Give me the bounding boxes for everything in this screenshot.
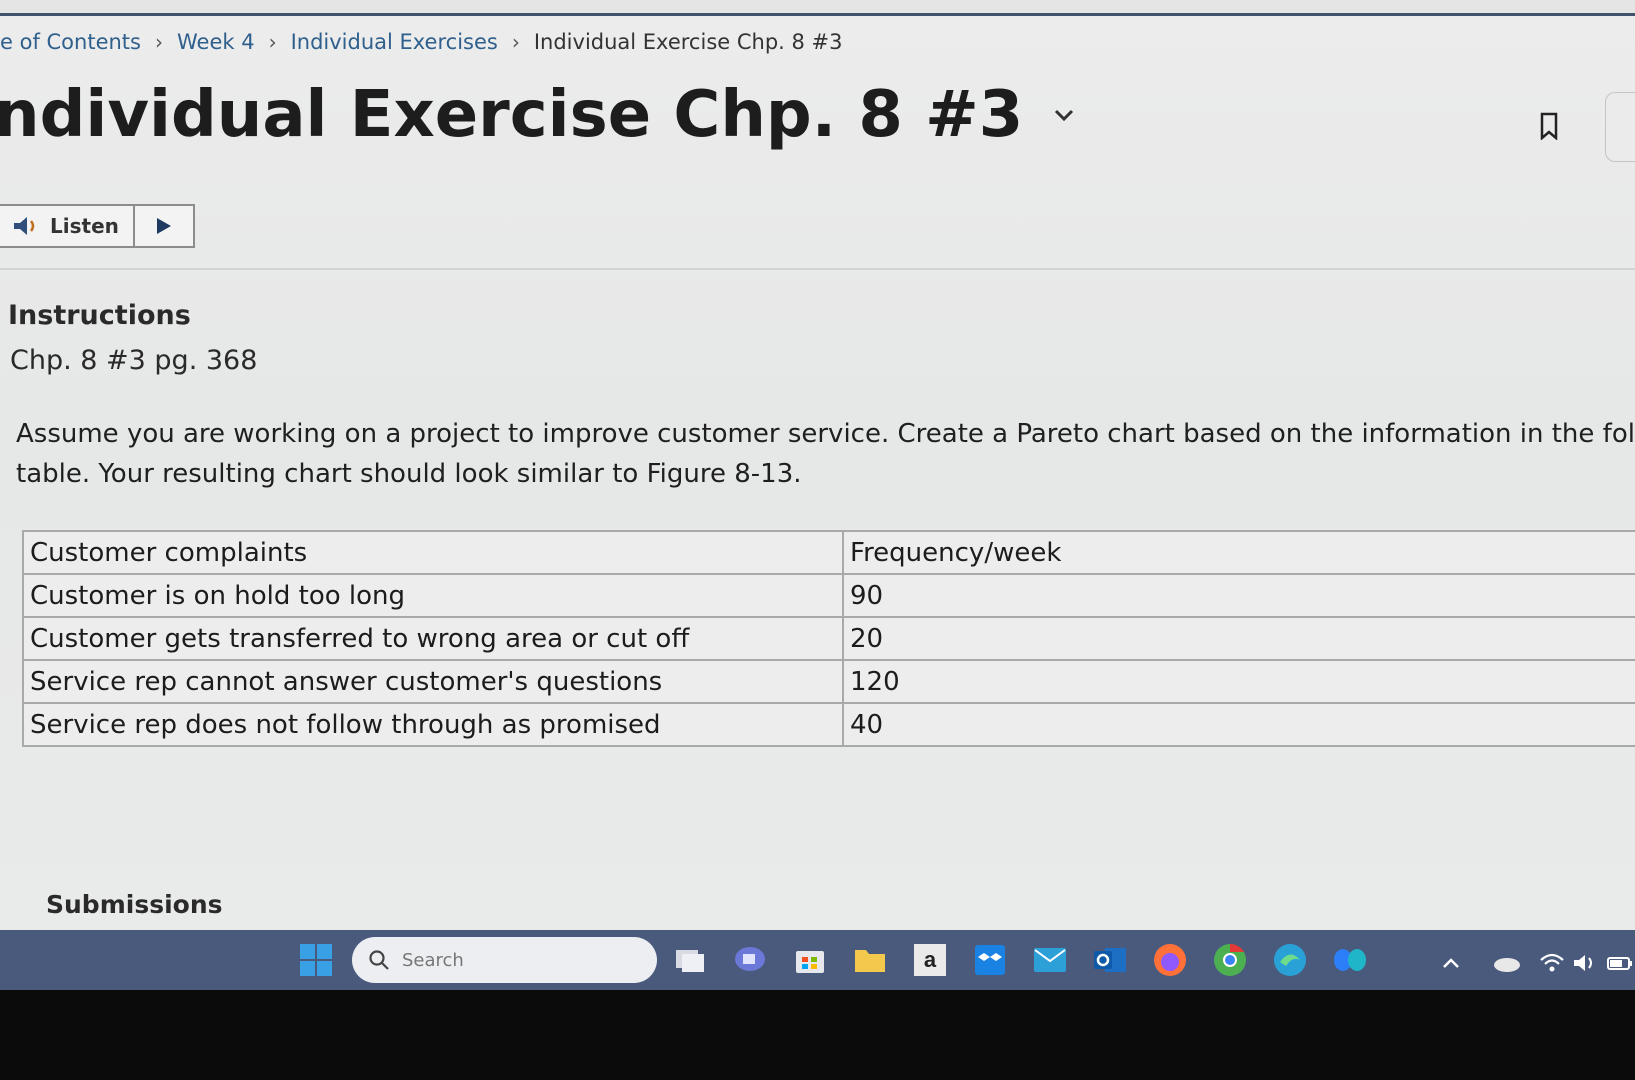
mail-app-icon[interactable] [1032,942,1068,978]
instructions-reference: Chp. 8 #3 pg. 368 [10,345,258,376]
complaints-table: Customer complaints Frequency/week Custo… [22,530,1635,747]
breadcrumb-week-4[interactable]: Week 4 [177,30,255,54]
listen-toolbar: Listen [0,204,195,248]
table-cell: 40 [842,702,1635,747]
copilot-icon[interactable] [1332,942,1368,978]
breadcrumb-separator: › [511,30,520,54]
instructions-paragraph: Assume you are working on a project to i… [16,414,1635,494]
table-header-cell: Frequency/week [842,530,1635,575]
section-divider [0,268,1635,270]
paragraph-line: Assume you are working on a project to i… [16,419,1635,449]
amazon-letter: a [914,944,946,976]
windows-logo-icon [300,944,332,976]
table-row: Service rep cannot answer customer's que… [22,659,1635,704]
chevron-up-icon[interactable] [1440,953,1462,973]
chat-icon[interactable] [732,942,768,978]
edge-icon[interactable] [1272,942,1308,978]
system-tray [1440,948,1634,978]
listen-button[interactable]: Listen [0,206,135,246]
onedrive-icon[interactable] [1492,953,1522,973]
table-cell: Service rep cannot answer customer's que… [22,659,844,704]
file-explorer-icon[interactable] [852,942,888,978]
table-cell: 90 [842,573,1635,618]
table-cell: 120 [842,659,1635,704]
amazon-icon[interactable]: a [912,942,948,978]
table-header-row: Customer complaints Frequency/week [22,530,1635,575]
search-placeholder: Search [402,949,464,971]
submissions-heading: Submissions [46,890,223,919]
breadcrumb: e of Contents › Week 4 › Individual Exer… [0,30,843,54]
play-button[interactable] [135,206,193,246]
breadcrumb-current: Individual Exercise Chp. 8 #3 [533,30,843,54]
page-title: ndividual Exercise Chp. 8 #3 [0,78,1024,152]
breadcrumb-table-of-contents[interactable]: e of Contents [0,30,141,54]
table-cell: Customer is on hold too long [22,573,844,618]
bookmark-icon[interactable] [1540,112,1558,140]
table-row: Service rep does not follow through as p… [22,702,1635,747]
listen-label: Listen [50,214,119,238]
speaker-icon [14,217,35,235]
firefox-icon[interactable] [1152,942,1188,978]
battery-icon[interactable] [1606,953,1634,973]
side-panel-toggle[interactable] [1605,92,1635,162]
table-cell: Customer gets transferred to wrong area … [22,616,844,661]
task-view-icon[interactable] [672,942,708,978]
wifi-icon[interactable] [1538,952,1566,974]
screen-bezel [0,990,1635,1080]
dropbox-icon[interactable] [972,942,1008,978]
table-row: Customer gets transferred to wrong area … [22,616,1635,661]
table-cell: 20 [842,616,1635,661]
instructions-heading: Instructions [8,300,191,331]
breadcrumb-individual-exercises[interactable]: Individual Exercises [291,30,498,54]
taskbar-search[interactable]: Search [352,937,657,983]
top-border [0,0,1635,16]
search-icon [369,950,389,970]
play-icon [156,218,171,234]
title-row: ndividual Exercise Chp. 8 #3 [0,78,1077,152]
windows-start-icon[interactable] [298,942,334,978]
store-icon[interactable] [792,942,828,978]
volume-icon[interactable] [1572,952,1600,974]
chrome-icon[interactable] [1212,942,1248,978]
table-row: Customer is on hold too long 90 [22,573,1635,618]
table-header-cell: Customer complaints [22,530,844,575]
breadcrumb-separator: › [268,30,277,54]
breadcrumb-separator: › [154,30,163,54]
table-cell: Service rep does not follow through as p… [22,702,844,747]
paragraph-line: table. Your resulting chart should look … [16,459,802,489]
chevron-down-icon[interactable] [1051,102,1077,128]
outlook-icon[interactable] [1092,942,1128,978]
browser-page: e of Contents › Week 4 › Individual Exer… [0,0,1635,930]
